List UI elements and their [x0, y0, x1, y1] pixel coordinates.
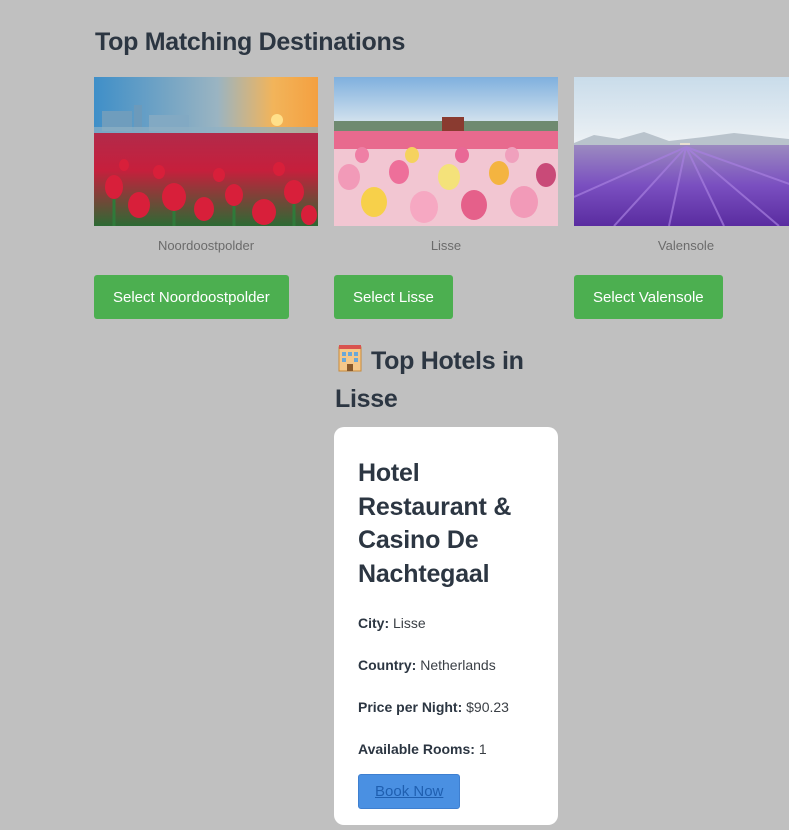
country-label: Country:	[358, 657, 417, 673]
hotels-section-title: Top Hotels in Lisse	[335, 343, 565, 416]
hotel-card: Hotel Restaurant & Casino De Nachtegaal …	[334, 427, 558, 825]
hotel-city-row: City: Lisse	[358, 615, 534, 635]
hotel-country-row: Country: Netherlands	[358, 657, 534, 677]
destination-caption: Lisse	[430, 238, 462, 253]
price-value: $90.23	[466, 699, 509, 715]
destination-card-valensole: Valensole	[574, 77, 789, 253]
city-label: City:	[358, 615, 390, 631]
destination-image-lisse	[334, 77, 558, 226]
destination-caption: Noordoostpolder	[157, 238, 255, 253]
hotel-price-row: Price per Night: $90.23	[358, 699, 534, 719]
select-noordoostpolder-button[interactable]: Select Noordoostpolder	[94, 275, 289, 319]
select-lisse-button[interactable]: Select Lisse	[334, 275, 453, 319]
book-now-button[interactable]: Book Now	[358, 774, 461, 809]
page-heading: Top Matching Destinations	[95, 28, 406, 56]
hotel-name: Hotel Restaurant & Casino De Nachtegaal	[358, 459, 512, 588]
rooms-label: Available Rooms:	[358, 741, 475, 757]
destination-image-valensole	[574, 77, 789, 226]
hotel-icon	[335, 343, 365, 382]
destination-image-noordoostpolder	[94, 77, 318, 226]
price-label: Price per Night:	[358, 699, 463, 715]
destination-card-noordoostpolder: Noordoostpolder	[94, 77, 318, 253]
country-value: Netherlands	[420, 657, 496, 673]
city-value: Lisse	[393, 615, 426, 631]
select-valensole-button[interactable]: Select Valensole	[574, 275, 723, 319]
destination-card-lisse: Lisse	[334, 77, 558, 253]
rooms-value: 1	[478, 741, 487, 757]
hotel-rooms-row: Available Rooms: 1	[358, 741, 534, 761]
destination-caption: Valensole	[657, 238, 715, 253]
